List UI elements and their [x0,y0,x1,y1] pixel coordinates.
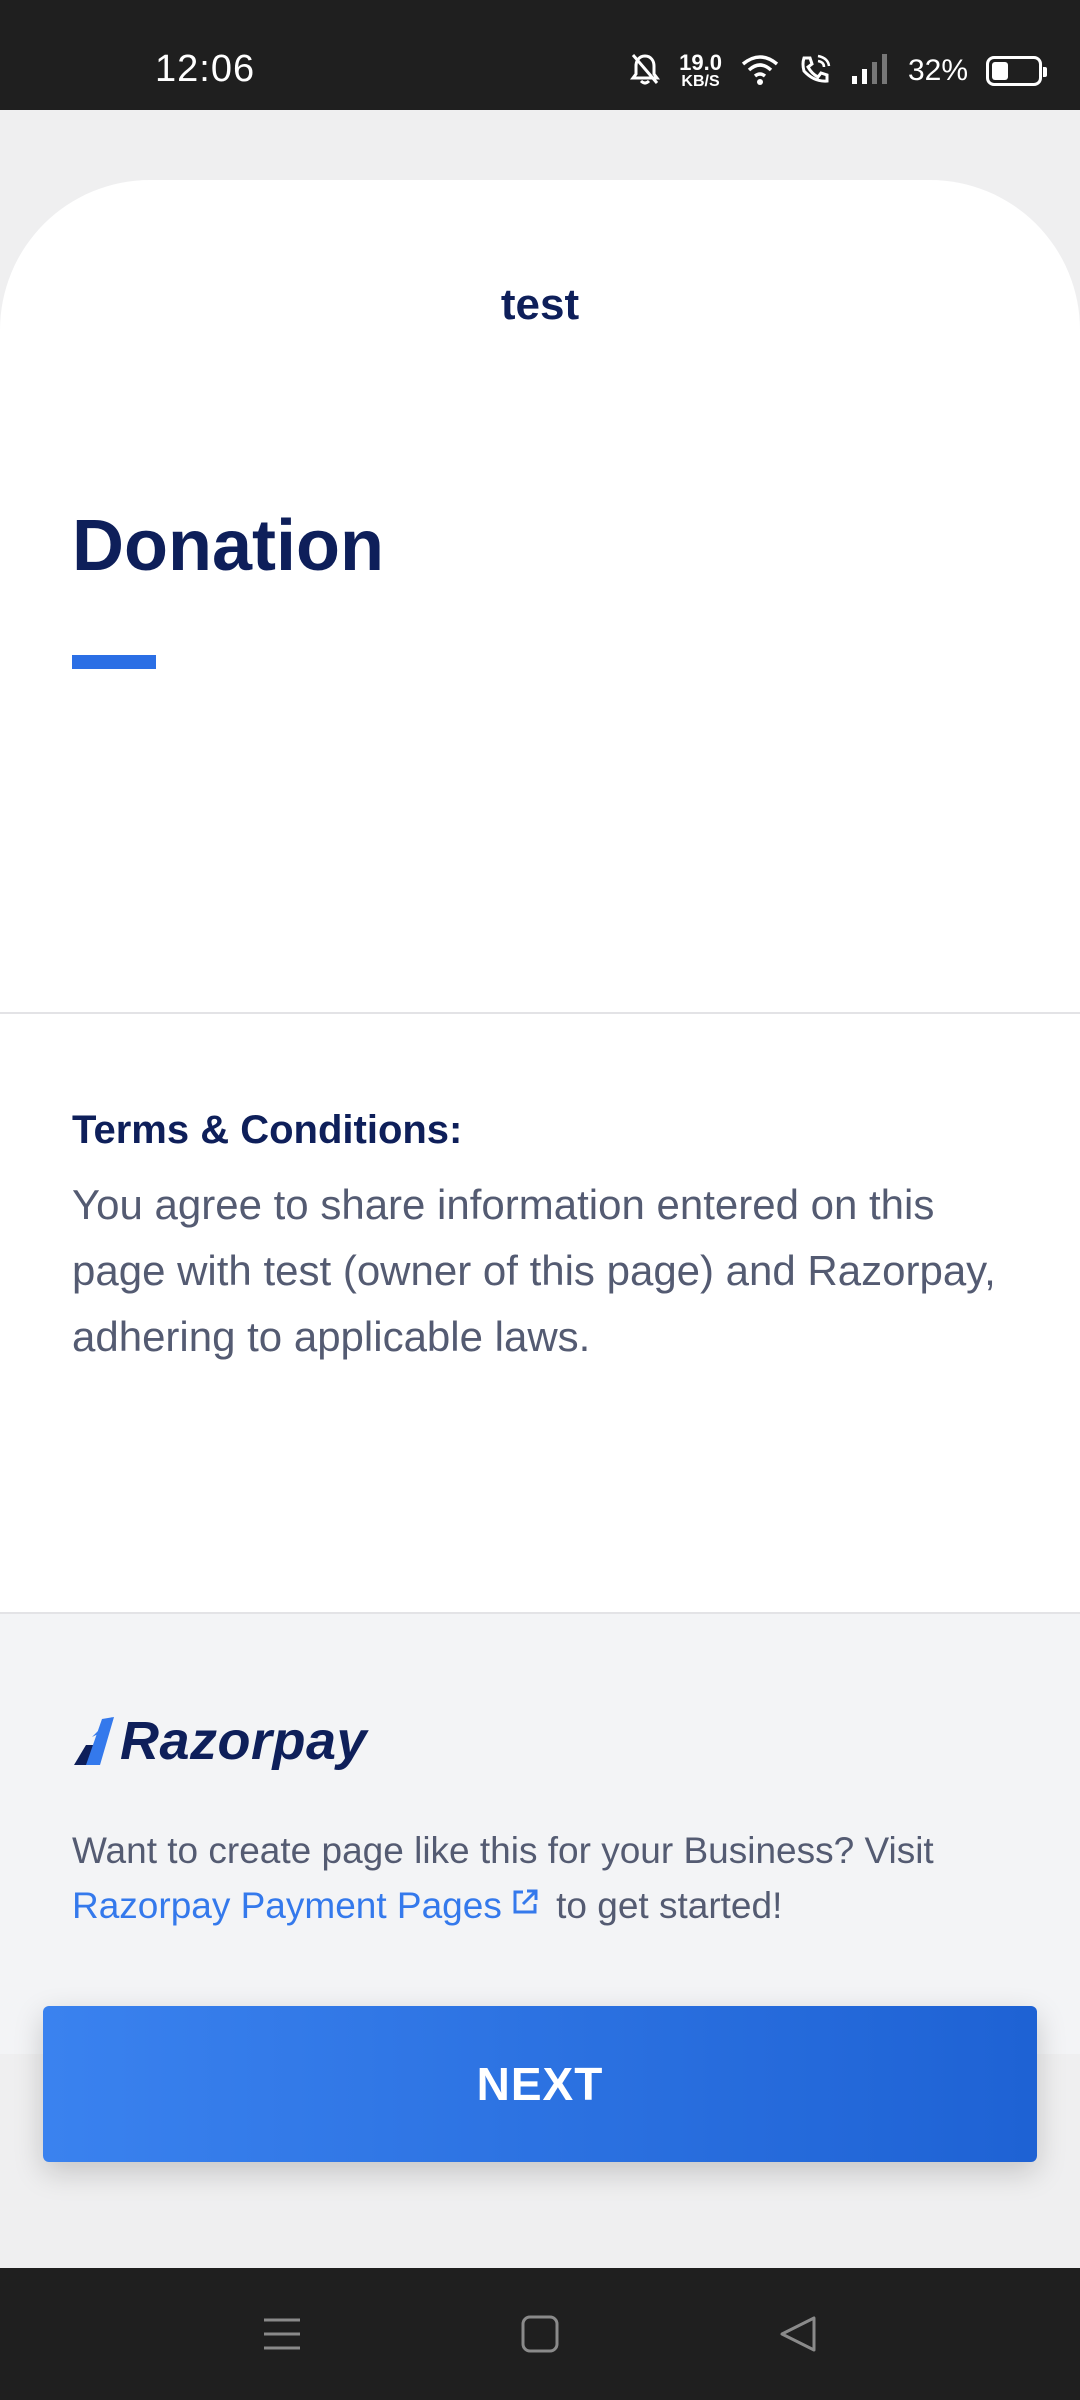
promo-text-before: Want to create page like this for your B… [72,1830,934,1871]
heading-underline [72,655,156,669]
razorpay-logo-text: Razorpay [120,1711,368,1771]
status-icons: 19.0 KB/S 32% [629,46,1047,96]
navigation-bar [0,2268,1080,2400]
net-speed-value: 19.0 [679,50,722,75]
wifi-call-icon [798,52,832,91]
external-link-icon[interactable] [510,1878,540,1932]
battery-icon [986,56,1047,86]
razorpay-logo-icon [74,1717,114,1765]
back-icon[interactable] [778,2314,818,2359]
promo-text: Want to create page like this for your B… [72,1824,1032,1938]
divider [0,1012,1080,1014]
battery-fill [992,62,1008,80]
net-speed-unit: KB/S [681,73,720,90]
terms-text: You agree to share information entered o… [72,1181,996,1360]
wifi-icon [740,52,780,91]
status-bar: 12:06 19.0 KB/S 32% [0,0,1080,110]
next-button[interactable]: NEXT [43,2006,1037,2162]
payment-pages-link[interactable]: Razorpay Payment Pages [72,1885,502,1926]
terms-label: Terms & Conditions: [72,1108,463,1152]
home-icon[interactable] [520,2314,560,2359]
page-card [0,180,1080,1614]
page-owner-title: test [500,280,580,329]
menu-icon[interactable] [262,2314,302,2359]
page-heading: Donation [72,506,384,586]
razorpay-logo[interactable]: Razorpay [72,1710,367,1772]
net-speed: 19.0 KB/S [679,52,722,90]
status-time: 12:06 [155,48,256,90]
battery-percent: 32% [907,54,968,87]
footer-promo: Razorpay Want to create page like this f… [0,1614,1080,2054]
bell-off-icon [629,52,661,91]
promo-text-after: to get started! [545,1884,783,1926]
signal-icon [850,52,890,91]
